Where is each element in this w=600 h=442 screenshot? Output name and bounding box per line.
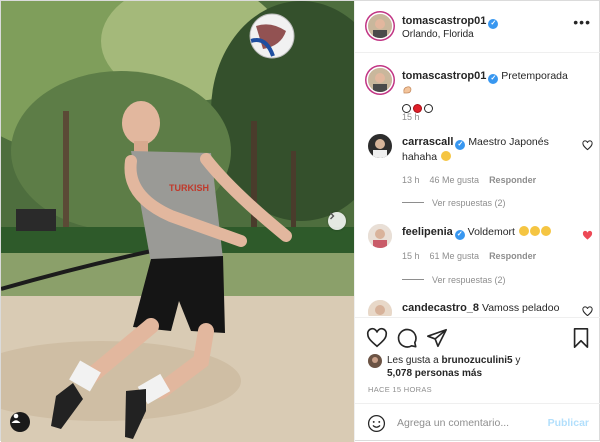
heart-icon[interactable] bbox=[366, 327, 388, 349]
next-photo-button[interactable] bbox=[328, 212, 346, 230]
comment-avatar-image bbox=[368, 224, 392, 248]
svg-text:TURKISH: TURKISH bbox=[169, 183, 209, 193]
share-icon[interactable] bbox=[426, 327, 448, 349]
verified-badge-icon: ✓ bbox=[488, 74, 499, 84]
laughing-emoji-icon bbox=[540, 226, 551, 236]
liked-comment-heart-icon[interactable] bbox=[582, 230, 593, 241]
author-avatar[interactable] bbox=[368, 14, 392, 38]
tagged-users-button[interactable] bbox=[10, 412, 30, 432]
replies-dash bbox=[402, 202, 424, 203]
author-username[interactable]: tomascastrop01 ✓ bbox=[402, 15, 499, 29]
comment-text-block: candecastro_8 Vamoss peladoo bbox=[402, 301, 572, 315]
likes-connector: y bbox=[512, 355, 521, 366]
photo-illustration: TURKISH bbox=[1, 1, 354, 442]
liker-avatar-image bbox=[368, 354, 382, 368]
comment-meta: 15 h 61 Me gusta Responder bbox=[402, 249, 546, 263]
post-actions: Les gusta a brunozuculini5 y 5,078 person… bbox=[355, 317, 600, 403]
replies-dash bbox=[402, 279, 424, 280]
verified-badge-icon: ✓ bbox=[454, 230, 465, 240]
view-replies-label: Ver respuestas (2) bbox=[432, 198, 506, 208]
comment-avatar-image bbox=[368, 134, 392, 158]
caption-username[interactable]: tomascastrop01 ✓ bbox=[402, 70, 499, 84]
publish-button[interactable]: Publicar bbox=[548, 417, 589, 429]
comment-time: 13 h bbox=[402, 175, 420, 185]
clapping-emoji-icon bbox=[518, 226, 529, 236]
post-side-panel: tomascastrop01 ✓ Orlando, Florida ••• tom… bbox=[354, 1, 600, 442]
add-comment-bar: Publicar bbox=[355, 403, 600, 442]
user-tag-icon bbox=[11, 413, 21, 423]
caption-avatar-image bbox=[368, 68, 392, 92]
caption-item: tomascastrop01 ✓ Pretemporada 15 h bbox=[368, 68, 593, 128]
caption-text: Pretemporada bbox=[501, 70, 568, 82]
reply-button[interactable]: Responder bbox=[489, 175, 536, 185]
comment-avatar[interactable] bbox=[368, 134, 392, 158]
bookmark-icon[interactable] bbox=[570, 327, 592, 349]
author-avatar-image bbox=[368, 14, 392, 38]
chevron-right-icon bbox=[330, 212, 335, 220]
post-header: tomascastrop01 ✓ Orlando, Florida ••• bbox=[355, 1, 600, 53]
post-photo[interactable]: TURKISH bbox=[1, 1, 354, 442]
post-location[interactable]: Orlando, Florida bbox=[402, 29, 474, 40]
like-comment-heart-icon[interactable] bbox=[582, 306, 593, 316]
post-time-ago[interactable]: HACE 15 HORAS bbox=[368, 385, 432, 394]
comment-text: Vamoss peladoo bbox=[481, 302, 560, 314]
liker-avatar[interactable] bbox=[368, 354, 382, 368]
comment-item: carrascall ✓ Maestro Japonés hahaha 13 h 4… bbox=[368, 134, 593, 209]
likes-text: Les gusta a brunozuculini5 y 5,078 person… bbox=[387, 354, 587, 380]
smile-icon[interactable] bbox=[367, 414, 386, 433]
comments-list: tomascastrop01 ✓ Pretemporada 15 h carras… bbox=[355, 54, 600, 316]
comment-username[interactable]: feelipenia ✓ bbox=[402, 226, 465, 240]
caption-meta: 15 h bbox=[402, 110, 430, 124]
more-options-icon[interactable]: ••• bbox=[573, 14, 591, 30]
flexed-biceps-emoji-icon bbox=[403, 86, 412, 94]
caption-text-block: tomascastrop01 ✓ Pretemporada bbox=[402, 69, 572, 116]
verified-badge-icon: ✓ bbox=[488, 19, 499, 29]
caption-time: 15 h bbox=[402, 112, 420, 122]
comment-item: candecastro_8 Vamoss peladoo bbox=[368, 300, 593, 316]
caption-avatar[interactable] bbox=[368, 68, 392, 92]
verified-badge-icon: ✓ bbox=[455, 140, 466, 150]
comment-text: Voldemort bbox=[467, 226, 515, 238]
comment-time: 15 h bbox=[402, 251, 420, 261]
comment-meta: 13 h 46 Me gusta Responder bbox=[402, 173, 546, 187]
view-replies-label: Ver respuestas (2) bbox=[432, 275, 506, 285]
comment-username[interactable]: candecastro_8 bbox=[402, 302, 479, 314]
likes-prefix: Les gusta a bbox=[387, 355, 442, 366]
comment-icon[interactable] bbox=[396, 327, 418, 349]
instagram-post: TURKISH tomascastrop01 ✓ Orlando, Florid… bbox=[0, 0, 600, 442]
liker-username[interactable]: brunozuculini5 bbox=[441, 355, 512, 366]
view-replies-button[interactable]: Ver respuestas (2) bbox=[402, 273, 506, 287]
view-replies-button[interactable]: Ver respuestas (2) bbox=[402, 196, 506, 210]
comment-avatar-image bbox=[368, 300, 392, 316]
clapping-emoji-icon bbox=[529, 226, 540, 236]
comment-avatar[interactable] bbox=[368, 300, 392, 316]
comment-likes[interactable]: 46 Me gusta bbox=[430, 175, 480, 185]
reply-button[interactable]: Responder bbox=[489, 251, 536, 261]
comment-text-block: carrascall ✓ Maestro Japonés hahaha bbox=[402, 135, 572, 164]
comment-input[interactable] bbox=[397, 413, 542, 433]
like-comment-heart-icon[interactable] bbox=[582, 140, 593, 151]
comment-username[interactable]: carrascall ✓ bbox=[402, 136, 466, 150]
laughing-emoji-icon bbox=[440, 151, 451, 161]
comment-avatar[interactable] bbox=[368, 224, 392, 248]
comment-item: feelipenia ✓ Voldemort 15 h 61 Me gusta Res… bbox=[368, 224, 593, 299]
likes-count[interactable]: 5,078 personas más bbox=[387, 368, 482, 379]
comment-text-block: feelipenia ✓ Voldemort bbox=[402, 225, 572, 240]
comment-likes[interactable]: 61 Me gusta bbox=[430, 251, 480, 261]
